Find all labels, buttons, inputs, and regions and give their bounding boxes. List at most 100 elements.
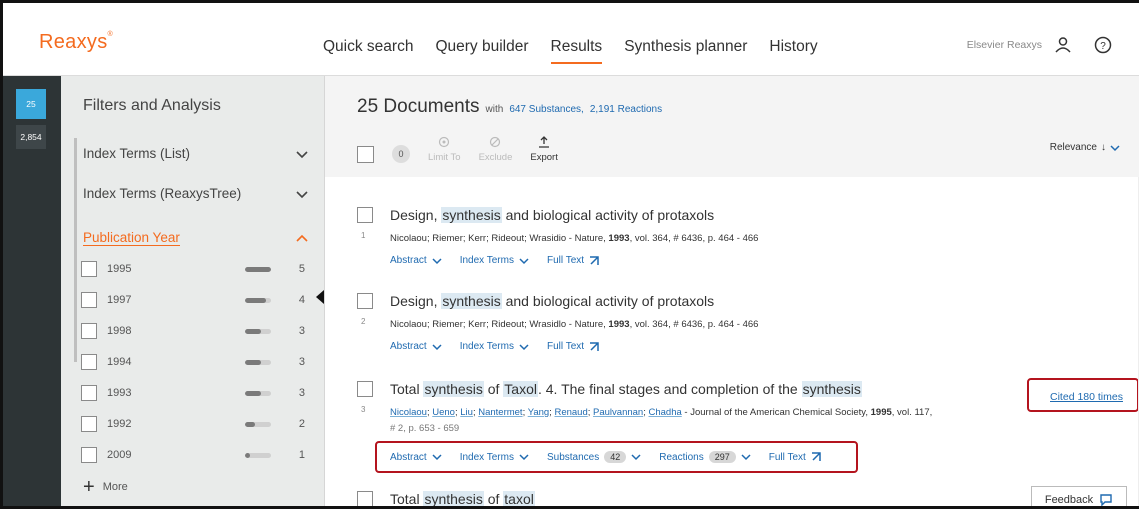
filters-scrollbar[interactable]: [74, 138, 77, 362]
result-citation: Nicolaou; Ueno; Liu; Nantermet; Yang; Re…: [390, 407, 933, 434]
nav-synthesis-planner[interactable]: Synthesis planner: [624, 38, 747, 64]
full-text-link[interactable]: Full Text: [547, 255, 599, 266]
author-link[interactable]: Ueno: [432, 407, 455, 418]
nav-query-builder[interactable]: Query builder: [435, 38, 528, 64]
result-checkbox[interactable]: [357, 207, 373, 223]
year-checkbox[interactable]: [81, 292, 97, 308]
substances-link[interactable]: 647 Substances,: [509, 104, 584, 115]
limit-to-label: Limit To: [428, 152, 461, 163]
chat-bubble-icon: [1100, 494, 1112, 506]
documents-count: 25 Documents: [357, 96, 480, 117]
author-link[interactable]: Chadha: [648, 407, 681, 418]
export-button[interactable]: Export: [530, 136, 558, 163]
year-bar: [245, 390, 271, 396]
select-all-checkbox[interactable]: [357, 146, 374, 163]
result-title[interactable]: Total synthesis of taxol: [390, 491, 535, 507]
year-bar-fill: [245, 266, 271, 272]
year-checkbox[interactable]: [81, 385, 97, 401]
year-bar-fill: [245, 390, 261, 396]
sort-dropdown[interactable]: Relevance ↓: [1050, 142, 1120, 153]
year-filter-row[interactable]: 1997 4: [81, 290, 311, 310]
limit-to-button[interactable]: Limit To: [428, 136, 461, 163]
filter-index-terms-tree[interactable]: Index Terms (ReaxysTree): [83, 186, 309, 201]
index-terms-toggle[interactable]: Index Terms: [460, 255, 529, 266]
action-label: Full Text: [546, 341, 585, 352]
year-filter-row[interactable]: 1998 3: [81, 321, 311, 341]
main-nav: Quick search Query builder Results Synth…: [323, 38, 818, 64]
plus-icon: +: [83, 476, 95, 498]
nav-quick-search[interactable]: Quick search: [323, 38, 413, 64]
arrow-down-icon: ↓: [1101, 142, 1106, 153]
year-checkbox[interactable]: [81, 261, 97, 277]
title-text: Design,: [390, 293, 442, 309]
title-text: Total: [390, 491, 424, 507]
full-text-link[interactable]: Full Text: [547, 341, 599, 352]
year-filter-row[interactable]: 1993 3: [81, 383, 311, 403]
user-icon[interactable]: [1054, 36, 1072, 54]
chevron-down-icon: [1110, 144, 1120, 151]
result-checkbox[interactable]: [357, 381, 373, 397]
index-terms-toggle[interactable]: Index Terms: [460, 341, 529, 352]
filter-index-terms-list[interactable]: Index Terms (List): [83, 146, 309, 161]
nav-history[interactable]: History: [769, 38, 817, 64]
title-text: and biological activity of protaxols: [501, 293, 715, 309]
year-checkbox[interactable]: [81, 416, 97, 432]
filter-publication-year[interactable]: Publication Year: [83, 230, 309, 246]
feedback-label: Feedback: [1044, 494, 1094, 506]
nav-results[interactable]: Results: [550, 38, 603, 64]
year-filter-row[interactable]: 2009 1: [81, 445, 311, 465]
result-title[interactable]: Total synthesis of Taxol. 4. The final s…: [390, 381, 862, 397]
abstract-toggle[interactable]: Abstract: [390, 341, 442, 352]
year-checkbox[interactable]: [81, 323, 97, 339]
author-link[interactable]: Renaud: [554, 407, 587, 418]
action-label: Abstract: [390, 255, 427, 266]
year-bar-fill: [245, 297, 266, 303]
highlight-box-cited: [1027, 378, 1139, 412]
exclude-button[interactable]: Exclude: [479, 136, 512, 163]
author-link[interactable]: Nicolaou: [390, 407, 427, 418]
feedback-button[interactable]: Feedback: [1031, 486, 1127, 506]
year-count: 1: [298, 449, 305, 461]
reactions-link[interactable]: 2,191 Reactions: [590, 104, 662, 115]
author-link[interactable]: Paulvannan: [593, 407, 643, 418]
chevron-down-icon: [432, 257, 442, 264]
with-label: with: [485, 104, 504, 115]
year-filter-row[interactable]: 1992 2: [81, 414, 311, 434]
export-label: Export: [530, 152, 558, 163]
author-link[interactable]: Nantermet: [478, 407, 522, 418]
result-year: 1993: [608, 319, 630, 330]
reaxys-logo[interactable]: Reaxys®: [39, 31, 113, 54]
abstract-toggle[interactable]: Abstract: [390, 255, 442, 266]
year-bar: [245, 421, 271, 427]
help-icon[interactable]: ?: [1094, 36, 1112, 54]
title-highlight: synthesis: [423, 491, 484, 507]
more-button[interactable]: + More: [83, 476, 128, 498]
result-year: 1993: [608, 233, 630, 244]
result-title[interactable]: Design, synthesis and biological activit…: [390, 207, 714, 223]
title-text: and biological activity of protaxols: [501, 207, 715, 223]
year-filter-row[interactable]: 1995 5: [81, 259, 311, 279]
year-count: 3: [298, 325, 305, 337]
active-result-count[interactable]: 25: [16, 89, 46, 119]
year-label: 1994: [107, 356, 132, 368]
result-source: - Nature,: [566, 319, 609, 330]
result-title[interactable]: Design, synthesis and biological activit…: [390, 293, 714, 309]
year-checkbox[interactable]: [81, 354, 97, 370]
title-text: of: [483, 381, 504, 397]
year-count: 4: [298, 294, 305, 306]
secondary-result-count[interactable]: 2,854: [16, 125, 46, 149]
external-link-icon: [590, 341, 599, 351]
year-checkbox[interactable]: [81, 447, 97, 463]
result-checkbox[interactable]: [357, 293, 373, 309]
year-label: 1993: [107, 387, 132, 399]
more-label: More: [102, 481, 128, 493]
year-bar: [245, 328, 271, 334]
header-right: Elsevier Reaxys ?: [967, 36, 1112, 54]
results-header: 25 Documents with 647 Substances, 2,191 …: [325, 76, 1139, 177]
result-checkbox[interactable]: [357, 491, 373, 506]
year-bar: [245, 359, 271, 365]
title-text: Total: [390, 381, 424, 397]
author-link[interactable]: Liu: [460, 407, 473, 418]
author-link[interactable]: Yang: [528, 407, 549, 418]
year-filter-row[interactable]: 1994 3: [81, 352, 311, 372]
